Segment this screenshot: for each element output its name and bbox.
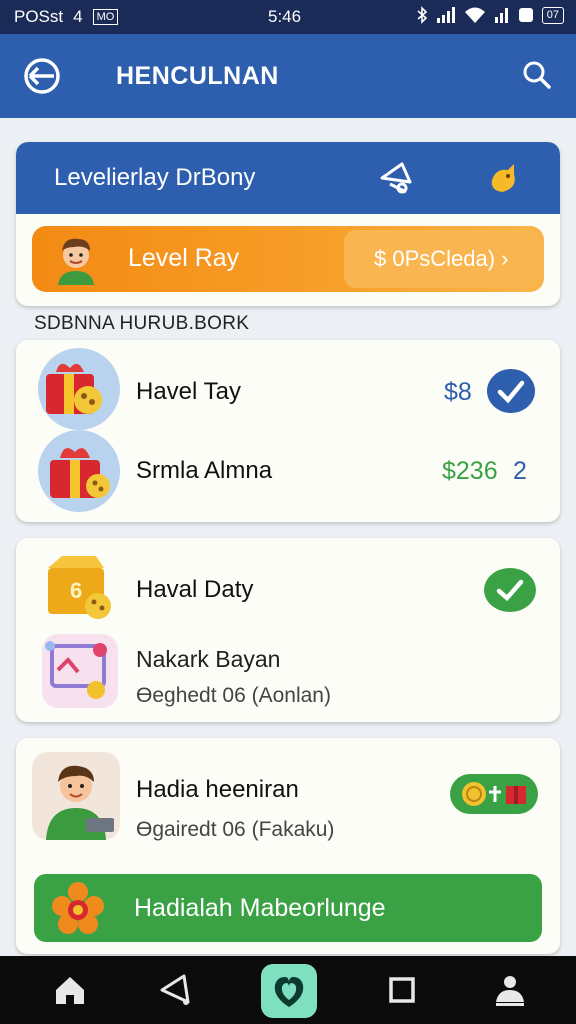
status-bar: POSst 4 MO 5:46 07 xyxy=(0,0,576,34)
share-icon[interactable] xyxy=(156,970,196,1010)
list-item-subtitle: Ɵeghedt 06 (Aonlan) xyxy=(136,684,331,707)
bluetooth-icon xyxy=(417,6,427,24)
bottom-nav xyxy=(0,956,576,1024)
check-circle-icon[interactable] xyxy=(484,568,536,612)
back-icon[interactable] xyxy=(22,56,62,96)
share-bell-icon[interactable] xyxy=(376,158,416,198)
check-circle-icon[interactable] xyxy=(486,368,536,414)
battery-indicator: 07 xyxy=(541,6,564,24)
heart-shield-icon xyxy=(274,977,304,1007)
gold-box-icon: 6 xyxy=(48,556,111,619)
coin-gift-icon[interactable] xyxy=(450,774,538,814)
status-time: 5:46 xyxy=(268,7,302,26)
nav-active-tab[interactable] xyxy=(261,964,317,1018)
reward-list-one: Havel Tay $8 Srmla Almna $236 2 xyxy=(16,340,560,522)
list-item-title: Hadia heeniran xyxy=(136,776,299,803)
app-bar: HENCULNAN xyxy=(0,34,576,118)
level-card-title: Levelierlay DrBony xyxy=(54,164,256,191)
claim-reward-button[interactable]: Hadialah Mabeorlunge xyxy=(34,874,542,942)
carrier-label: POSst xyxy=(14,7,64,26)
square-status-icon xyxy=(518,8,533,22)
home-icon[interactable] xyxy=(50,970,90,1010)
flower-icon xyxy=(52,882,104,934)
claim-reward-label: Hadialah Mabeorlunge xyxy=(134,894,386,922)
list-item-amount: $236 xyxy=(442,457,498,485)
list-item-subtitle: Ɵgairedt 06 (Fakaku) xyxy=(136,818,335,841)
gift-icon xyxy=(38,430,120,512)
level-bar[interactable]: Level Ray $ 0PsCleda) › xyxy=(32,226,544,292)
status-badge: MO xyxy=(92,9,119,25)
list-item-title: Havel Tay xyxy=(136,378,241,405)
level-value-pill[interactable]: $ 0PsCleda) › xyxy=(344,230,540,288)
list-item-amount: $8 xyxy=(444,378,472,406)
list-item-title: Haval Daty xyxy=(136,576,254,603)
list-item-count: 2 xyxy=(513,457,527,485)
bird-icon[interactable] xyxy=(484,158,524,198)
list-item-title: Srmla Almna xyxy=(136,457,273,484)
search-icon[interactable] xyxy=(522,60,552,90)
level-card-header: Levelierlay DrBony xyxy=(16,142,560,214)
section-label: SDBNNA HURUB.BORK xyxy=(34,313,250,334)
svg-text:6: 6 xyxy=(70,578,82,603)
carrier-suffix: 4 xyxy=(73,7,83,26)
level-card: Levelierlay DrBony Level Ray $ 0PsCleda)… xyxy=(16,142,560,306)
signal-icon-2 xyxy=(494,8,508,23)
person-avatar-icon xyxy=(32,752,120,840)
page-title: HENCULNAN xyxy=(116,62,279,90)
square-icon[interactable] xyxy=(382,970,422,1010)
reward-list-three: Hadia heeniran Ɵgairedt 06 (Fakaku) Hadi… xyxy=(16,738,560,954)
avatar xyxy=(58,238,94,285)
gift-icon xyxy=(38,348,120,430)
photo-frame-icon xyxy=(42,634,118,708)
reward-list-two: 6 Haval Daty Nakark Bayan Ɵeghedt 06 (Ao… xyxy=(16,538,560,722)
level-label: Level Ray xyxy=(128,244,240,272)
signal-icon xyxy=(436,7,455,23)
wifi-icon xyxy=(464,7,485,23)
level-value-text: $ 0PsCleda) › xyxy=(374,246,509,271)
profile-icon[interactable] xyxy=(490,970,530,1010)
list-item-title: Nakark Bayan xyxy=(136,646,281,672)
